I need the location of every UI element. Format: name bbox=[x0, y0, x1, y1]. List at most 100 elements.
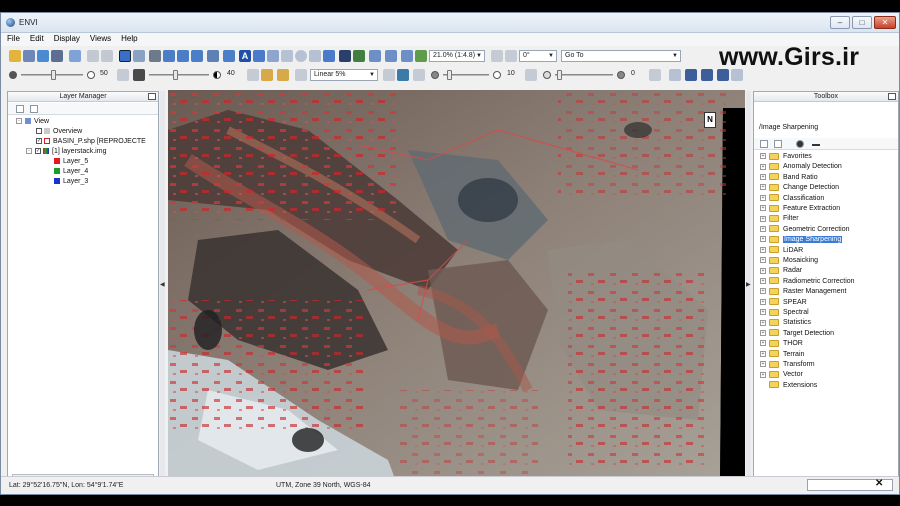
transparency-knob[interactable] bbox=[557, 70, 562, 80]
view-layout-1-icon[interactable] bbox=[669, 69, 681, 81]
expand-icon[interactable]: + bbox=[760, 371, 766, 378]
layer-tree-band-4[interactable]: Layer_4 bbox=[54, 167, 88, 177]
picture-icon[interactable] bbox=[339, 50, 351, 62]
toolbox-item-radiometric-correction[interactable]: + Radiometric Correction bbox=[760, 277, 855, 287]
layer-tree-layerstack[interactable]: - ✓ [1] layerstack.img bbox=[26, 147, 106, 157]
vector-create-icon[interactable] bbox=[207, 50, 219, 62]
collapse-all-icon[interactable] bbox=[760, 140, 768, 148]
contrast-slider[interactable] bbox=[149, 70, 209, 80]
image-view[interactable]: N bbox=[168, 90, 745, 487]
print-icon[interactable] bbox=[51, 50, 63, 62]
stretch-select[interactable]: Linear 5% ▼ bbox=[310, 69, 378, 81]
toolbox-item-target-detection[interactable]: + Target Detection bbox=[760, 329, 834, 339]
pan-icon[interactable] bbox=[177, 50, 189, 62]
expand-all-icon[interactable] bbox=[774, 140, 782, 148]
cancel-process-icon[interactable]: ✕ bbox=[875, 478, 883, 489]
expand-icon[interactable]: + bbox=[760, 163, 766, 170]
select-arrow-icon[interactable] bbox=[119, 50, 131, 62]
reset-transparency-icon[interactable] bbox=[649, 69, 661, 81]
view-layout-3-icon[interactable] bbox=[701, 69, 713, 81]
arrow-annotation-icon[interactable] bbox=[267, 50, 279, 62]
menu-file[interactable]: File bbox=[1, 33, 24, 43]
reset-contrast-icon[interactable] bbox=[247, 69, 259, 81]
full-extent-icon[interactable] bbox=[415, 50, 427, 62]
expand-icon[interactable]: + bbox=[760, 205, 766, 212]
collapse-icon[interactable]: - bbox=[26, 148, 32, 155]
polygon-icon[interactable] bbox=[309, 50, 321, 62]
toolbox-item-filter[interactable]: + Filter bbox=[760, 214, 799, 224]
fixed-zoom-icon[interactable] bbox=[401, 50, 413, 62]
rotate-right-icon[interactable] bbox=[505, 50, 517, 62]
layer-icon[interactable] bbox=[69, 50, 81, 62]
zoom-tool-icon[interactable] bbox=[163, 50, 175, 62]
remove-favorite-icon[interactable] bbox=[812, 144, 820, 146]
checkbox[interactable] bbox=[36, 128, 42, 135]
goto-input[interactable]: Go To ▼ bbox=[561, 50, 681, 62]
expand-icon[interactable]: + bbox=[760, 236, 766, 243]
redo-icon[interactable] bbox=[101, 50, 113, 62]
left-splitter[interactable]: ◀ bbox=[160, 91, 165, 486]
brightness-knob[interactable] bbox=[51, 70, 56, 80]
toolbox-item-terrain[interactable]: + Terrain bbox=[760, 350, 804, 360]
toolbox-item-classification[interactable]: + Classification bbox=[760, 194, 824, 204]
stretch-icon[interactable] bbox=[261, 69, 273, 81]
layer-tree-band-5[interactable]: Layer_5 bbox=[54, 157, 88, 167]
reset-brightness-icon[interactable] bbox=[117, 69, 129, 81]
view-layout-5-icon[interactable] bbox=[731, 69, 743, 81]
right-splitter[interactable]: ▶ bbox=[746, 91, 751, 486]
expand-icon[interactable]: + bbox=[760, 350, 766, 357]
sharpen-knob[interactable] bbox=[447, 70, 452, 80]
fly-icon[interactable] bbox=[191, 50, 203, 62]
ellipse-icon[interactable] bbox=[295, 50, 307, 62]
expand-icon[interactable]: + bbox=[760, 194, 766, 201]
toolbox-item-lidar[interactable]: + LiDAR bbox=[760, 246, 803, 256]
expand-icon[interactable]: + bbox=[760, 184, 766, 191]
sharpen-icon[interactable] bbox=[397, 69, 409, 81]
maximize-button[interactable]: □ bbox=[852, 16, 872, 29]
reset-sharpen-icon[interactable] bbox=[413, 69, 425, 81]
expand-icon[interactable]: + bbox=[760, 298, 766, 305]
toolbox-item-geometric-correction[interactable]: + Geometric Correction bbox=[760, 225, 850, 235]
toolbox-item-anomaly-detection[interactable]: + Anomaly Detection bbox=[760, 162, 842, 172]
zoom-out-icon[interactable] bbox=[385, 50, 397, 62]
toolbox-item-spectral[interactable]: + Spectral bbox=[760, 308, 809, 318]
line-icon[interactable] bbox=[323, 50, 335, 62]
pin-icon[interactable] bbox=[148, 93, 156, 100]
transparency-slider[interactable] bbox=[555, 70, 613, 80]
pin-icon[interactable] bbox=[888, 93, 896, 100]
toolbox-search-input[interactable]: /Image Sharpening bbox=[757, 122, 895, 133]
menu-help[interactable]: Help bbox=[115, 33, 141, 43]
layer-tree-overview[interactable]: Overview bbox=[36, 127, 82, 137]
crosshair-icon[interactable] bbox=[149, 50, 161, 62]
data-manager-icon[interactable] bbox=[37, 50, 49, 62]
toolbox-item-band-ratio[interactable]: + Band Ratio bbox=[760, 173, 818, 183]
toolbox-item-radar[interactable]: + Radar bbox=[760, 266, 802, 276]
menu-display[interactable]: Display bbox=[48, 33, 84, 43]
open-file-icon[interactable] bbox=[9, 50, 21, 62]
toolbox-item-transform[interactable]: + Transform bbox=[760, 360, 815, 370]
stretch-type-icon[interactable] bbox=[295, 69, 307, 81]
save-icon[interactable] bbox=[23, 50, 35, 62]
undo-icon[interactable] bbox=[87, 50, 99, 62]
contrast-knob[interactable] bbox=[173, 70, 178, 80]
add-favorite-icon[interactable] bbox=[796, 140, 804, 148]
refresh-stretch-icon[interactable] bbox=[383, 69, 395, 81]
expand-all-icon[interactable] bbox=[30, 105, 38, 113]
satellite-image[interactable] bbox=[168, 90, 745, 487]
annotation-icon[interactable] bbox=[223, 50, 235, 62]
layer-tree-view[interactable]: - View bbox=[16, 117, 49, 127]
symbol-icon[interactable] bbox=[253, 50, 265, 62]
toolbox-item-mosaicking[interactable]: + Mosaicking bbox=[760, 256, 818, 266]
histogram-icon[interactable] bbox=[277, 69, 289, 81]
layer-tree-band-3[interactable]: Layer_3 bbox=[54, 177, 88, 187]
toolbox-item-feature-extraction[interactable]: + Feature Extraction bbox=[760, 204, 840, 214]
rectangle-icon[interactable] bbox=[281, 50, 293, 62]
expand-icon[interactable]: + bbox=[760, 153, 766, 160]
toolbox-item-thor[interactable]: + THOR bbox=[760, 339, 803, 349]
expand-icon[interactable]: + bbox=[760, 340, 766, 347]
expand-icon[interactable]: + bbox=[760, 215, 766, 222]
collapse-left-icon[interactable]: ◀ bbox=[160, 281, 165, 288]
rotate-icon[interactable] bbox=[133, 50, 145, 62]
toolbox-item-favorites[interactable]: + Favorites bbox=[760, 152, 812, 162]
toolbox-item-vector[interactable]: + Vector bbox=[760, 370, 803, 380]
